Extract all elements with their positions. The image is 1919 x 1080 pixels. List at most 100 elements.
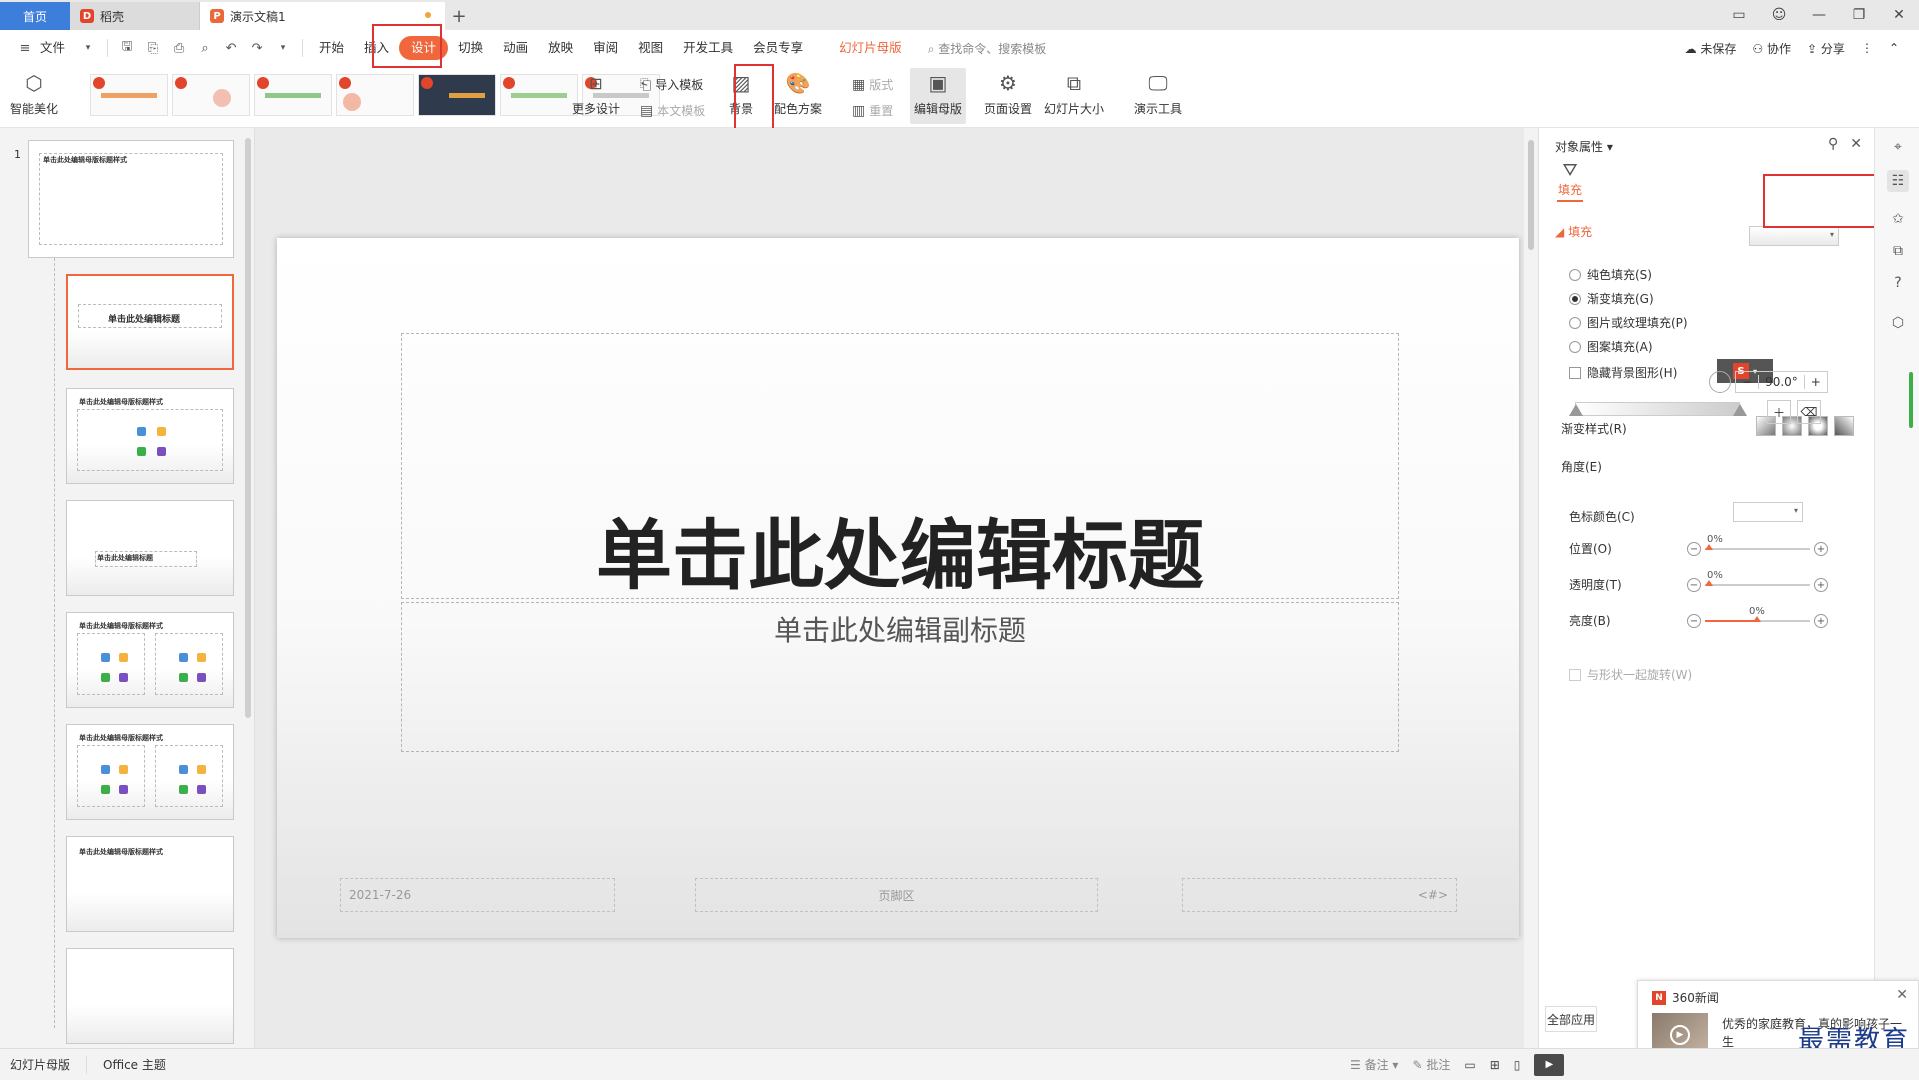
menu-transition[interactable]: 切换 <box>448 36 493 60</box>
slide-layout-thumb[interactable]: 单击此处编辑母版标题样式 <box>66 724 234 820</box>
transparency-track[interactable]: 0% <box>1705 570 1810 586</box>
menu-start[interactable]: 开始 <box>309 36 354 60</box>
collab-button[interactable]: ⚇ 协作 <box>1752 40 1791 57</box>
template-thumb[interactable] <box>90 74 168 116</box>
slide-layout-thumb[interactable]: 单击此处编辑母版标题样式 <box>66 836 234 932</box>
brightness-track[interactable]: 0% <box>1705 606 1810 622</box>
gradient-stop-right[interactable] <box>1733 404 1747 416</box>
plus-circle-icon[interactable]: + <box>1814 578 1828 592</box>
radio-button[interactable] <box>1569 292 1581 305</box>
gradient-stop-left[interactable] <box>1569 404 1583 416</box>
checkbox[interactable] <box>1569 366 1581 379</box>
sorter-view-icon[interactable]: ⊞ <box>1490 1058 1500 1072</box>
template-thumb[interactable] <box>254 74 332 116</box>
window-layout-icon[interactable]: ▭ <box>1719 7 1759 23</box>
export-icon[interactable]: ⎘ <box>143 38 163 58</box>
star-icon[interactable]: ✩ <box>1887 208 1909 230</box>
delete-stop-button[interactable]: ⌫ <box>1797 400 1821 424</box>
add-stop-button[interactable]: ＋ <box>1767 400 1791 424</box>
menu-file[interactable]: 文件 <box>38 36 75 60</box>
unsaved-button[interactable]: ☁ 未保存 <box>1685 40 1737 57</box>
box-icon[interactable]: ⬡ <box>1887 312 1909 334</box>
slide-number-placeholder[interactable]: <#> <box>1182 878 1457 912</box>
more-design-button[interactable]: ⊞ 更多设计 <box>572 70 620 117</box>
menu-member[interactable]: 会员专享 <box>743 36 813 60</box>
radio-pattern-fill[interactable]: 图案填充(A) <box>1569 338 1653 355</box>
edit-master-button[interactable]: ▣ 编辑母版 <box>914 70 962 117</box>
title-placeholder[interactable]: 单击此处编辑标题 <box>401 333 1399 600</box>
collapse-ribbon-icon[interactable]: ⌃ <box>1889 41 1899 55</box>
radio-button[interactable] <box>1569 268 1581 281</box>
canvas-scrollbar[interactable] <box>1524 128 1538 1048</box>
slide-layout-thumb[interactable]: 单击此处编辑母版标题样式 <box>66 388 234 484</box>
presentation-tools-button[interactable]: 🖵 演示工具 <box>1134 70 1182 117</box>
minus-circle-icon[interactable]: − <box>1687 542 1701 556</box>
slide-subtitle[interactable]: 单击此处编辑副标题 <box>402 609 1398 649</box>
canvas-scroll-thumb[interactable] <box>1528 140 1534 250</box>
customize-icon[interactable]: ▾ <box>273 38 293 58</box>
gradient-bar[interactable] <box>1575 402 1740 416</box>
slide-layout-thumb[interactable]: 单击此处编辑标题 <box>66 500 234 596</box>
command-search[interactable]: ⌕ 查找命令、搜索模板 <box>928 40 1047 57</box>
pin-icon[interactable]: ⚲ <box>1828 136 1838 152</box>
tab-docer[interactable]: D 稻壳 <box>70 2 200 30</box>
import-template-button[interactable]: ⎗ 导入模板 <box>640 76 703 93</box>
avatar[interactable]: ☺ <box>1759 7 1799 23</box>
plus-icon[interactable]: + <box>1805 375 1827 389</box>
slide-title[interactable]: 单击此处编辑标题 <box>402 494 1398 604</box>
checkbox[interactable] <box>1569 668 1581 681</box>
menu-developer[interactable]: 开发工具 <box>673 36 743 60</box>
pane-title[interactable]: 对象属性 ▾ <box>1555 138 1613 155</box>
slide-layout-thumb[interactable]: 单击此处编辑母版标题样式 <box>66 612 234 708</box>
new-tab-button[interactable]: + <box>445 2 473 30</box>
properties-icon[interactable]: ☷ <box>1887 170 1909 192</box>
template-thumb[interactable] <box>418 74 496 116</box>
close-icon[interactable]: ✕ <box>1850 136 1862 152</box>
print-preview-icon[interactable]: ⌕ <box>195 38 215 58</box>
menu-review[interactable]: 审阅 <box>583 36 628 60</box>
radio-button[interactable] <box>1569 340 1581 353</box>
fill-section-header[interactable]: ◢ 填充 <box>1555 223 1592 240</box>
slide-layout-thumb[interactable] <box>66 948 234 1044</box>
brightness-slider[interactable]: − 0% + <box>1687 606 1828 628</box>
slide-layout-thumb-selected[interactable]: 单击此处编辑标题 <box>66 274 234 370</box>
position-track[interactable]: 0% <box>1705 534 1810 550</box>
menu-slideshow[interactable]: 放映 <box>538 36 583 60</box>
reset-button[interactable]: ▥ 重置 <box>852 102 893 119</box>
minus-icon[interactable]: − <box>1736 375 1758 389</box>
save-icon[interactable]: 🖫 <box>117 38 137 58</box>
radio-button[interactable] <box>1569 316 1581 329</box>
footer-placeholder[interactable]: 页脚区 <box>695 878 1098 912</box>
help-icon[interactable]: ? <box>1887 272 1909 294</box>
layout-button[interactable]: ▦ 版式 <box>852 76 893 93</box>
radio-picture-fill[interactable]: 图片或纹理填充(P) <box>1569 314 1688 331</box>
slide-size-button[interactable]: ⧉ 幻灯片大小 <box>1044 70 1104 117</box>
page-setup-button[interactable]: ⚙ 页面设置 <box>984 70 1032 117</box>
minus-circle-icon[interactable]: − <box>1687 578 1701 592</box>
notes-button[interactable]: ☰ 备注 ▾ <box>1350 1056 1398 1073</box>
color-scheme-button[interactable]: 🎨 配色方案 <box>774 70 822 117</box>
share-button[interactable]: ⇪ 分享 <box>1807 40 1845 57</box>
undo-icon[interactable]: ↶ <box>221 38 241 58</box>
transparency-slider[interactable]: − 0% + <box>1687 570 1828 592</box>
minus-circle-icon[interactable]: − <box>1687 614 1701 628</box>
angle-dial[interactable] <box>1709 371 1731 393</box>
reading-view-icon[interactable]: ▯ <box>1514 1058 1521 1072</box>
template-thumb[interactable] <box>336 74 414 116</box>
play-slideshow-button[interactable]: ▶ <box>1534 1053 1565 1076</box>
angle-value[interactable]: 90.0° <box>1758 375 1805 389</box>
menu-view[interactable]: 视图 <box>628 36 673 60</box>
fill-gradient-dropdown[interactable]: ▾ <box>1749 226 1839 246</box>
rotate-with-shape-checkbox[interactable]: 与形状一起旋转(W) <box>1569 666 1692 683</box>
template-thumb[interactable] <box>172 74 250 116</box>
normal-view-icon[interactable]: ▭ <box>1464 1058 1475 1072</box>
slide-master-thumb[interactable]: 单击此处编辑母版标题样式 <box>28 140 234 258</box>
menu-animation[interactable]: 动画 <box>493 36 538 60</box>
close-icon[interactable]: ✕ <box>1896 987 1908 1003</box>
minimize-icon[interactable]: — <box>1799 7 1839 23</box>
thumbnail-scrollbar[interactable] <box>245 138 251 718</box>
restore-icon[interactable]: ❐ <box>1839 7 1879 23</box>
comments-button[interactable]: ✎ 批注 <box>1412 1056 1450 1073</box>
slide-master-layout[interactable]: 单击此处编辑标题 单击此处编辑副标题 2021-7-26 页脚区 <#> <box>277 238 1519 938</box>
subtitle-placeholder[interactable]: 单击此处编辑副标题 <box>401 602 1399 752</box>
